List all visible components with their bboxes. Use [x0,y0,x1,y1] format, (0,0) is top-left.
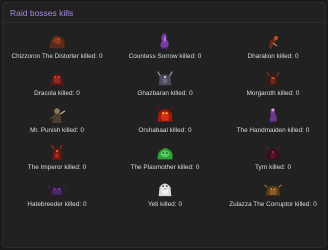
raid-bosses-panel: Raid bosses kills Chizzoron The Distorte… [2,2,326,248]
boss-card: The Imperor killed: 0 [3,136,111,173]
countess-sorrow-sprite-icon [155,29,175,51]
plasmother-sprite-icon [155,140,175,162]
handmaiden-sprite-icon [263,103,283,125]
yeti-sprite-icon [155,177,175,199]
kill-count: 0 [287,164,292,171]
boss-grid: Chizzoron The Distorter killed: 0 Countes… [3,25,325,247]
boss-name: Dracola killed: [34,90,75,97]
kill-count: 0 [189,90,193,97]
kill-count: 0 [197,53,202,60]
boss-card: Chizzoron The Distorter killed: 0 [3,25,111,62]
kill-count: 0 [76,90,80,97]
boss-card: Dracola killed: 0 [3,62,111,99]
boss-card: Ghazbaran killed: 0 [111,62,219,99]
kill-count: 0 [82,164,87,171]
boss-name: Countess Sorrow killed: [128,53,196,60]
boss-name: Tyrn killed: [254,164,286,171]
boss-name: Mr. Punish killed: [30,127,79,134]
boss-name: The Handmaiden killed: [236,127,304,134]
boss-card: Yeti killed: 0 [111,173,219,210]
morgaroth-sprite-icon [263,66,283,88]
boss-card: Zulazza The Corruptor killed: 0 [219,173,325,210]
kill-count: 0 [178,201,183,208]
kill-count: 0 [188,127,192,134]
kill-count: 0 [83,201,87,208]
boss-card: Mr. Punish killed: 0 [3,99,111,136]
boss-name: The Imperor killed: [27,164,81,171]
tyrn-sprite-icon [263,140,283,162]
kill-count: 0 [305,127,310,134]
kill-count: 0 [98,53,103,60]
orshabaal-sprite-icon [155,103,175,125]
boss-name: The Plasmother killed: [130,164,194,171]
ghazbaran-sprite-icon [155,66,175,88]
boss-name: Orshabaal killed: [138,127,187,134]
boss-card: Tyrn killed: 0 [219,136,325,173]
kill-count: 0 [294,53,299,60]
hatebreeder-sprite-icon [47,177,67,199]
dracola-sprite-icon [47,66,67,88]
dharalion-sprite-icon [263,29,283,51]
kill-count: 0 [295,90,300,97]
kill-count: 0 [313,201,317,208]
boss-name: Chizzoron The Distorter killed: [11,53,97,60]
kill-count: 0 [80,127,84,134]
boss-name: Morgaroth killed: [246,90,294,97]
boss-card: Hatebreeder killed: 0 [3,173,111,210]
panel-title: Raid bosses kills [3,3,325,23]
boss-card: The Plasmother killed: 0 [111,136,219,173]
zulazza-sprite-icon [263,177,283,199]
boss-name: Yeti killed: [147,201,177,208]
boss-name: Dharalion killed: [247,53,293,60]
boss-card: Orshabaal killed: 0 [111,99,219,136]
boss-name: Zulazza The Corruptor killed: [229,201,312,208]
mr-punish-sprite-icon [47,103,67,125]
chizzoron-sprite-icon [47,29,67,51]
imperor-sprite-icon [47,140,67,162]
boss-card: Morgaroth killed: 0 [219,62,325,99]
kill-count: 0 [195,164,200,171]
boss-card: Dharalion killed: 0 [219,25,325,62]
boss-card: The Handmaiden killed: 0 [219,99,325,136]
boss-name: Ghazbaran killed: [137,90,188,97]
boss-name: Hatebreeder killed: [27,201,82,208]
boss-card: Countess Sorrow killed: 0 [111,25,219,62]
